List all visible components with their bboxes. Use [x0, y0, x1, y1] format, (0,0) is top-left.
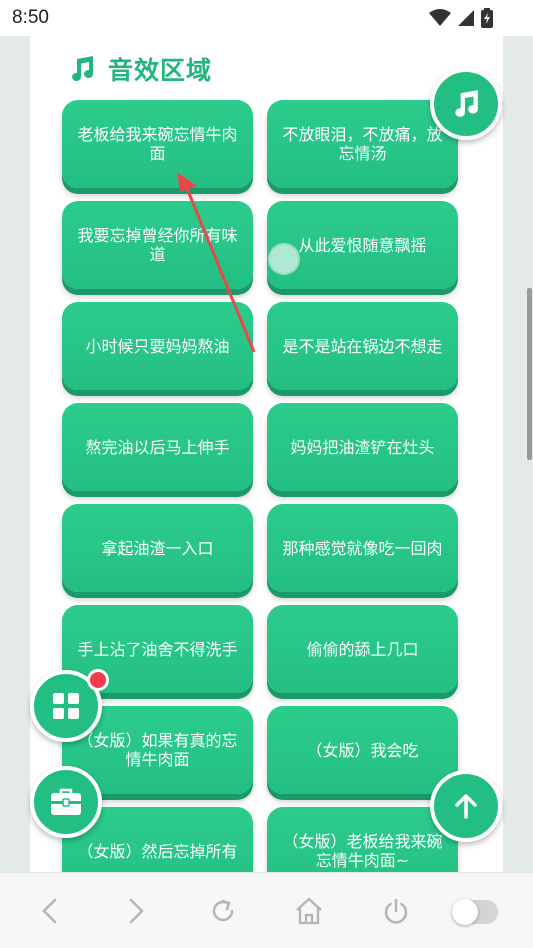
forward-button[interactable]: [120, 895, 152, 927]
music-note-icon: [455, 90, 478, 117]
theme-toggle[interactable]: [452, 899, 498, 925]
scroll-top-fab[interactable]: [430, 770, 502, 842]
back-button[interactable]: [34, 895, 66, 927]
toggle-knob: [452, 899, 478, 925]
touch-indicator: [268, 243, 300, 275]
toolbox-icon: [51, 788, 81, 815]
forward-icon: [129, 898, 144, 924]
toolbox-fab[interactable]: [30, 766, 102, 838]
music-fab[interactable]: [430, 68, 502, 140]
notification-badge: [87, 669, 109, 691]
scrollbar[interactable]: [527, 288, 532, 460]
home-icon: [296, 897, 322, 925]
bottom-nav-bar: [0, 872, 533, 948]
home-button[interactable]: [293, 895, 325, 927]
grid-icon: [53, 693, 79, 719]
back-icon: [42, 898, 57, 924]
power-icon: [384, 898, 408, 924]
arrow-up-icon: [455, 794, 477, 819]
refresh-button[interactable]: [207, 895, 239, 927]
power-button[interactable]: [380, 895, 412, 927]
refresh-icon: [212, 899, 234, 922]
